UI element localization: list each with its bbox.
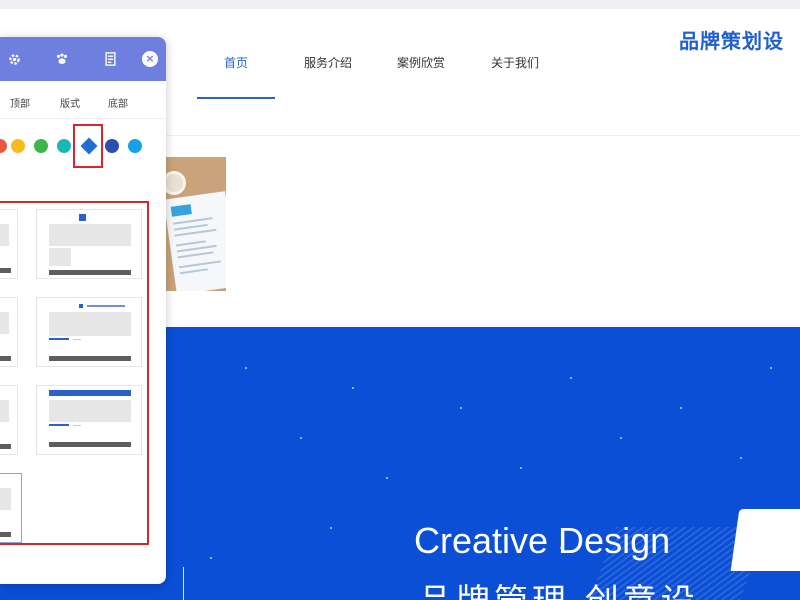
top-strip xyxy=(0,0,800,9)
layout-option[interactable] xyxy=(0,297,18,367)
banner-title: Creative Design xyxy=(414,520,671,561)
layout-option[interactable] xyxy=(36,385,142,455)
document-icon[interactable] xyxy=(102,51,118,67)
nav-active-underline xyxy=(197,97,275,99)
layout-option[interactable] xyxy=(0,385,18,455)
nav-cases[interactable]: 案例欣赏 xyxy=(397,54,445,71)
tab-bottom[interactable]: 底部 xyxy=(108,95,128,110)
color-swatch[interactable] xyxy=(34,139,48,153)
nav-about[interactable]: 关于我们 xyxy=(491,54,539,71)
banner-divider-line xyxy=(183,567,184,600)
layout-option-selected[interactable] xyxy=(0,473,22,543)
color-swatch[interactable] xyxy=(57,139,71,153)
nav-services[interactable]: 服务介绍 xyxy=(304,54,352,71)
color-swatch[interactable] xyxy=(11,139,25,153)
tab-top[interactable]: 顶部 xyxy=(10,95,30,110)
content-photo xyxy=(162,157,226,291)
tab-layout[interactable]: 版式 xyxy=(60,95,80,110)
nav-home[interactable]: 首页 xyxy=(224,54,248,71)
color-swatch[interactable] xyxy=(0,139,7,153)
close-icon[interactable]: × xyxy=(142,51,158,67)
layout-option[interactable] xyxy=(0,209,18,279)
resume-paper-image xyxy=(163,191,226,291)
banner-subtitle: 品牌管理 创意设 xyxy=(418,574,699,600)
banner-white-shape xyxy=(730,509,800,571)
paw-icon[interactable] xyxy=(54,51,70,67)
theme-settings-panel: × 顶部 版式 底部 xyxy=(0,37,166,584)
color-swatch[interactable] xyxy=(128,139,142,153)
color-swatch[interactable] xyxy=(105,139,119,153)
gear-icon[interactable] xyxy=(6,51,22,67)
layout-options-highlight xyxy=(0,201,149,545)
panel-tabs: 顶部 版式 底部 xyxy=(0,81,166,119)
layout-option[interactable] xyxy=(36,297,142,367)
panel-header: × xyxy=(0,37,166,81)
brand-title: 品牌策划设 xyxy=(679,29,784,53)
layout-option[interactable] xyxy=(36,209,142,279)
